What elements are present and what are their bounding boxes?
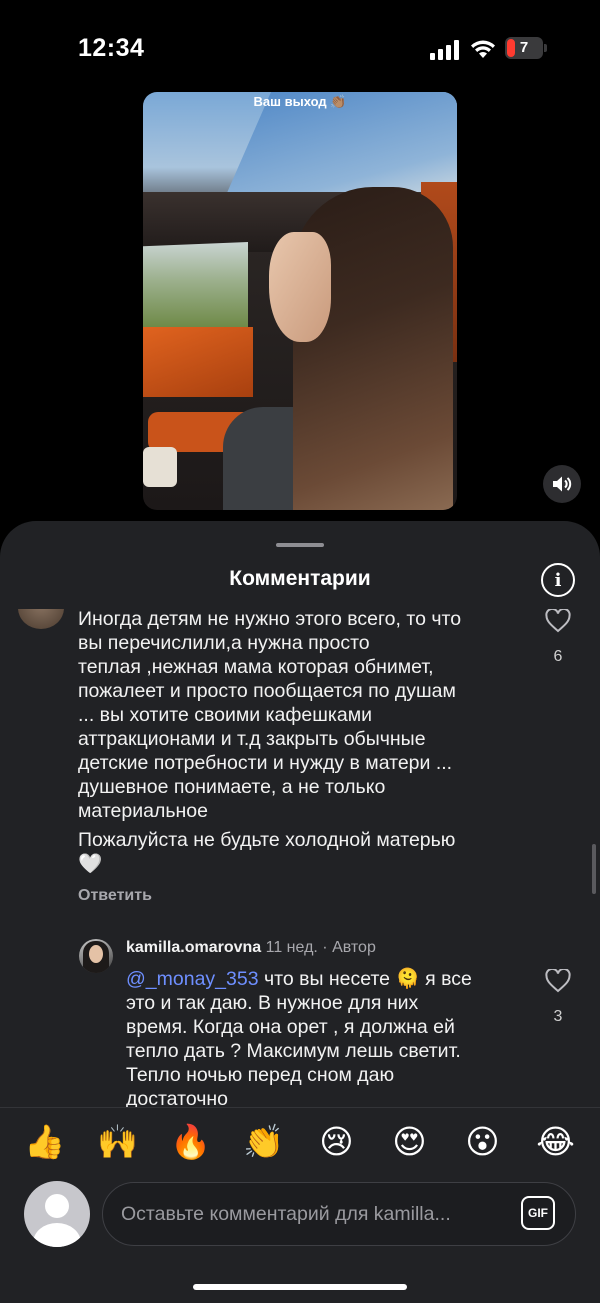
avatar[interactable] (18, 609, 64, 629)
battery-icon: 7 (505, 37, 547, 59)
meta-separator: · (322, 939, 328, 956)
comments-list[interactable]: Иногда детям не нужно этого всего, то чт… (0, 609, 600, 1107)
scrollbar[interactable] (592, 844, 596, 894)
status-time: 12:34 (78, 34, 145, 62)
like-count: 6 (553, 648, 563, 665)
home-indicator[interactable] (193, 1284, 407, 1290)
comment-text: Иногда детям не нужно этого всего, то чт… (78, 609, 462, 822)
wifi-icon (471, 40, 495, 58)
author-badge: Автор (332, 939, 376, 956)
like-count: 3 (553, 1008, 563, 1025)
heart-icon[interactable] (545, 609, 571, 633)
comment-username[interactable]: kamilla.omarovna (126, 939, 261, 956)
reaction-heart-eyes[interactable]: 😍 (385, 1122, 435, 1162)
reaction-surprised[interactable]: 😮 (458, 1122, 508, 1162)
status-bar: 12:34 7 (0, 0, 600, 90)
sheet-title: Комментарии (229, 567, 371, 590)
battery-level: 7 (519, 39, 529, 56)
sheet-grabber[interactable] (276, 543, 324, 547)
comments-sheet: Комментарии i Иногда детям не нужно этог… (0, 521, 600, 1303)
reaction-laughing[interactable]: 😂 (531, 1122, 581, 1162)
quick-reactions-bar: 👍 🙌 🔥 👏 😢 😍 😮 😂 (0, 1107, 600, 1175)
reaction-thumbs-up[interactable]: 👍 (20, 1122, 70, 1162)
speaker-icon (553, 476, 572, 492)
reaction-crying[interactable]: 😢 (312, 1122, 362, 1162)
reaction-fire[interactable]: 🔥 (166, 1122, 216, 1162)
reaction-clapping[interactable]: 👏 (239, 1122, 289, 1162)
heart-icon[interactable] (545, 969, 571, 993)
comment-input[interactable] (121, 1183, 501, 1245)
user-avatar (24, 1181, 90, 1247)
sound-toggle-button[interactable] (543, 465, 581, 503)
comment-composer[interactable]: GIF (102, 1182, 576, 1246)
mention-link[interactable]: @_monay_353 (126, 968, 259, 990)
video-caption: Ваш выход 👏🏽 (253, 94, 347, 109)
comment-meta: kamilla.omarovna 11 нед. · Автор (126, 939, 376, 957)
comment-text: @_monay_353 что вы несете 🫠 я все это и … (126, 968, 472, 1107)
info-icon[interactable]: i (541, 563, 575, 597)
cellular-signal-icon (430, 40, 459, 60)
story-video[interactable] (143, 92, 457, 510)
comment-text-paragraph-2: Пожалуйста не будьте холодной матерью 🤍 (78, 829, 456, 875)
avatar[interactable] (79, 939, 113, 973)
gif-button[interactable]: GIF (521, 1196, 555, 1230)
reply-button[interactable]: Ответить (78, 887, 152, 905)
reaction-raised-hands[interactable]: 🙌 (93, 1122, 143, 1162)
comment-time: 11 нед. (265, 939, 318, 956)
